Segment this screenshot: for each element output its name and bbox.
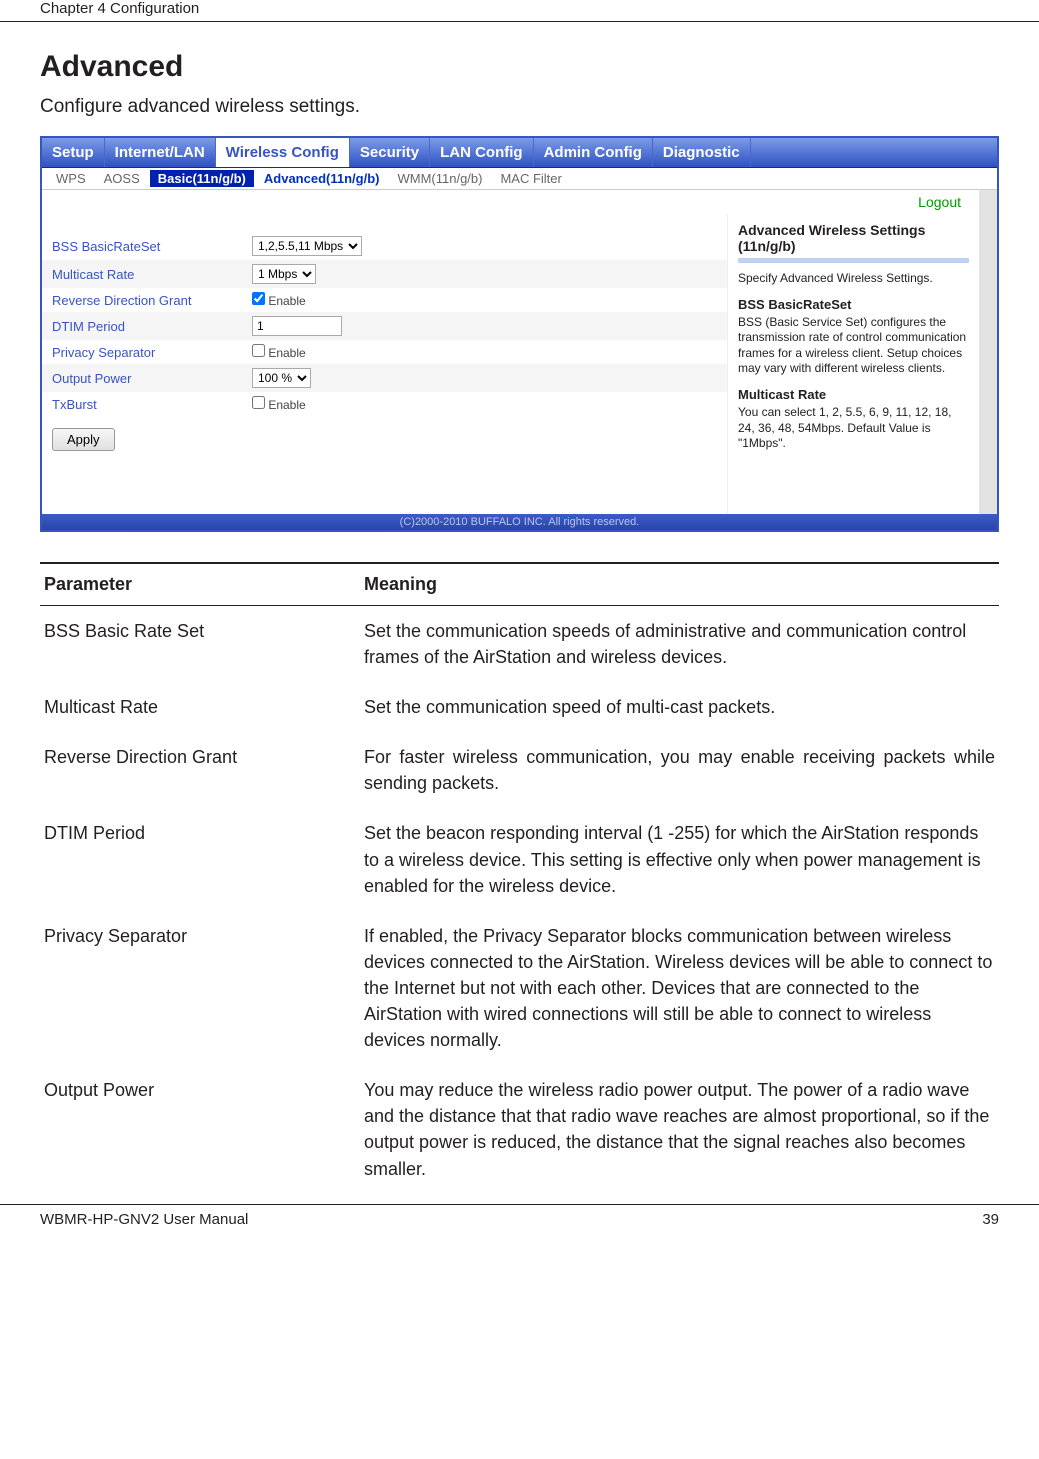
page-header: Chapter 4 Configuration [0,0,1039,22]
table-row: Reverse Direction GrantFor faster wirele… [40,732,999,808]
info-heading-bss-basicrateset: BSS BasicRateSet [738,297,969,312]
section-description: Configure advanced wireless settings. [0,96,1039,118]
sub-tab-aoss[interactable]: AOSS [96,170,148,187]
info-panel: Advanced Wireless Settings (11n/g/b) Spe… [727,214,997,514]
sub-tab-wmm-11n-g-b-[interactable]: WMM(11n/g/b) [389,170,490,187]
param-meaning: You may reduce the wireless radio power … [360,1065,999,1193]
sub-tab-bar: WPSAOSSBasic(11n/g/b)Advanced(11n/g/b)WM… [42,168,997,190]
main-tab-diagnostic[interactable]: Diagnostic [653,138,751,167]
sub-tab-wps[interactable]: WPS [48,170,94,187]
main-tab-internet-lan[interactable]: Internet/LAN [105,138,216,167]
logout-link[interactable]: Logout [918,194,961,210]
page-footer: WBMR-HP-GNV2 User Manual 39 [0,1204,1039,1228]
select-output-power[interactable]: 100 % [252,368,311,388]
table-row: BSS Basic Rate SetSet the communication … [40,606,999,683]
table-row: Output PowerYou may reduce the wireless … [40,1065,999,1193]
form-label-dtim-period: DTIM Period [42,312,242,340]
param-name: Reverse Direction Grant [40,732,360,808]
apply-button[interactable]: Apply [52,428,115,451]
param-name: Privacy Separator [40,911,360,1065]
param-name: DTIM Period [40,808,360,910]
router-ui-screenshot: SetupInternet/LANWireless ConfigSecurity… [40,136,999,532]
form-label-privacy-separator: Privacy Separator [42,340,242,364]
settings-form-table: BSS BasicRateSet 1,2,5.5,11 Mbps Multicast… [42,232,727,416]
form-label-txburst: TxBurst [42,392,242,416]
info-panel-title: Advanced Wireless Settings (11n/g/b) [738,222,969,254]
config-form-area: BSS BasicRateSet 1,2,5.5,11 Mbps Multicast… [42,214,727,514]
info-body: You can select 1, 2, 5.5, 6, 9, 11, 12, … [738,405,969,452]
section-title: Advanced [0,50,1039,84]
select-multicast-rate[interactable]: 1 Mbps [252,264,316,284]
checkbox-privacy-separator[interactable] [252,344,265,357]
main-tab-admin-config[interactable]: Admin Config [534,138,653,167]
param-name: BSS Basic Rate Set [40,606,360,683]
param-header-meaning: Meaning [360,563,999,606]
footer-manual-name: WBMR-HP-GNV2 User Manual [40,1211,248,1228]
param-name: Multicast Rate [40,682,360,732]
form-label-bss-basicrateset: BSS BasicRateSet [42,232,242,260]
table-row: Multicast RateSet the communication spee… [40,682,999,732]
param-name: Output Power [40,1065,360,1193]
param-meaning: Set the beacon responding interval (1 -2… [360,808,999,910]
main-tab-setup[interactable]: Setup [42,138,105,167]
sub-tab-advanced-11n-g-b-[interactable]: Advanced(11n/g/b) [256,170,388,187]
main-tab-security[interactable]: Security [350,138,430,167]
table-row: Privacy SeparatorIf enabled, the Privacy… [40,911,999,1065]
config-body: BSS BasicRateSet 1,2,5.5,11 Mbps Multicast… [42,214,997,514]
form-label-reverse-direction-grant: Reverse Direction Grant [42,288,242,312]
sub-tab-mac-filter[interactable]: MAC Filter [492,170,569,187]
info-body: BSS (Basic Service Set) configures the t… [738,315,969,377]
main-tab-wireless-config[interactable]: Wireless Config [216,138,350,167]
chapter-label: Chapter 4 Configuration [40,0,199,17]
main-tab-lan-config[interactable]: LAN Config [430,138,533,167]
sub-tab-basic-11n-g-b-[interactable]: Basic(11n/g/b) [150,170,254,187]
param-header-parameter: Parameter [40,563,360,606]
input-dtim-period[interactable] [252,316,342,336]
info-divider [738,258,969,263]
checkbox-reverse-direction-grant[interactable] [252,292,265,305]
info-intro: Specify Advanced Wireless Settings. [738,271,969,287]
param-meaning: For faster wireless communication, you m… [360,732,999,808]
param-meaning: If enabled, the Privacy Separator blocks… [360,911,999,1065]
logout-row: Logout [42,190,997,214]
table-row: DTIM PeriodSet the beacon responding int… [40,808,999,910]
info-heading-multicast-rate: Multicast Rate [738,387,969,402]
parameter-table: Parameter Meaning BSS Basic Rate SetSet … [40,562,999,1194]
footer-page-number: 39 [982,1211,999,1228]
select-bss-basicrateset[interactable]: 1,2,5.5,11 Mbps [252,236,362,256]
param-meaning: Set the communication speed of multi-cas… [360,682,999,732]
copyright-bar: (C)2000-2010 BUFFALO INC. All rights res… [42,514,997,530]
main-tab-bar: SetupInternet/LANWireless ConfigSecurity… [42,138,997,168]
screenshot-container: SetupInternet/LANWireless ConfigSecurity… [0,136,1039,532]
parameter-table-container: Parameter Meaning BSS Basic Rate SetSet … [0,562,1039,1194]
checkbox-txburst[interactable] [252,396,265,409]
param-meaning: Set the communication speeds of administ… [360,606,999,683]
form-label-multicast-rate: Multicast Rate [42,260,242,288]
form-label-output-power: Output Power [42,364,242,392]
